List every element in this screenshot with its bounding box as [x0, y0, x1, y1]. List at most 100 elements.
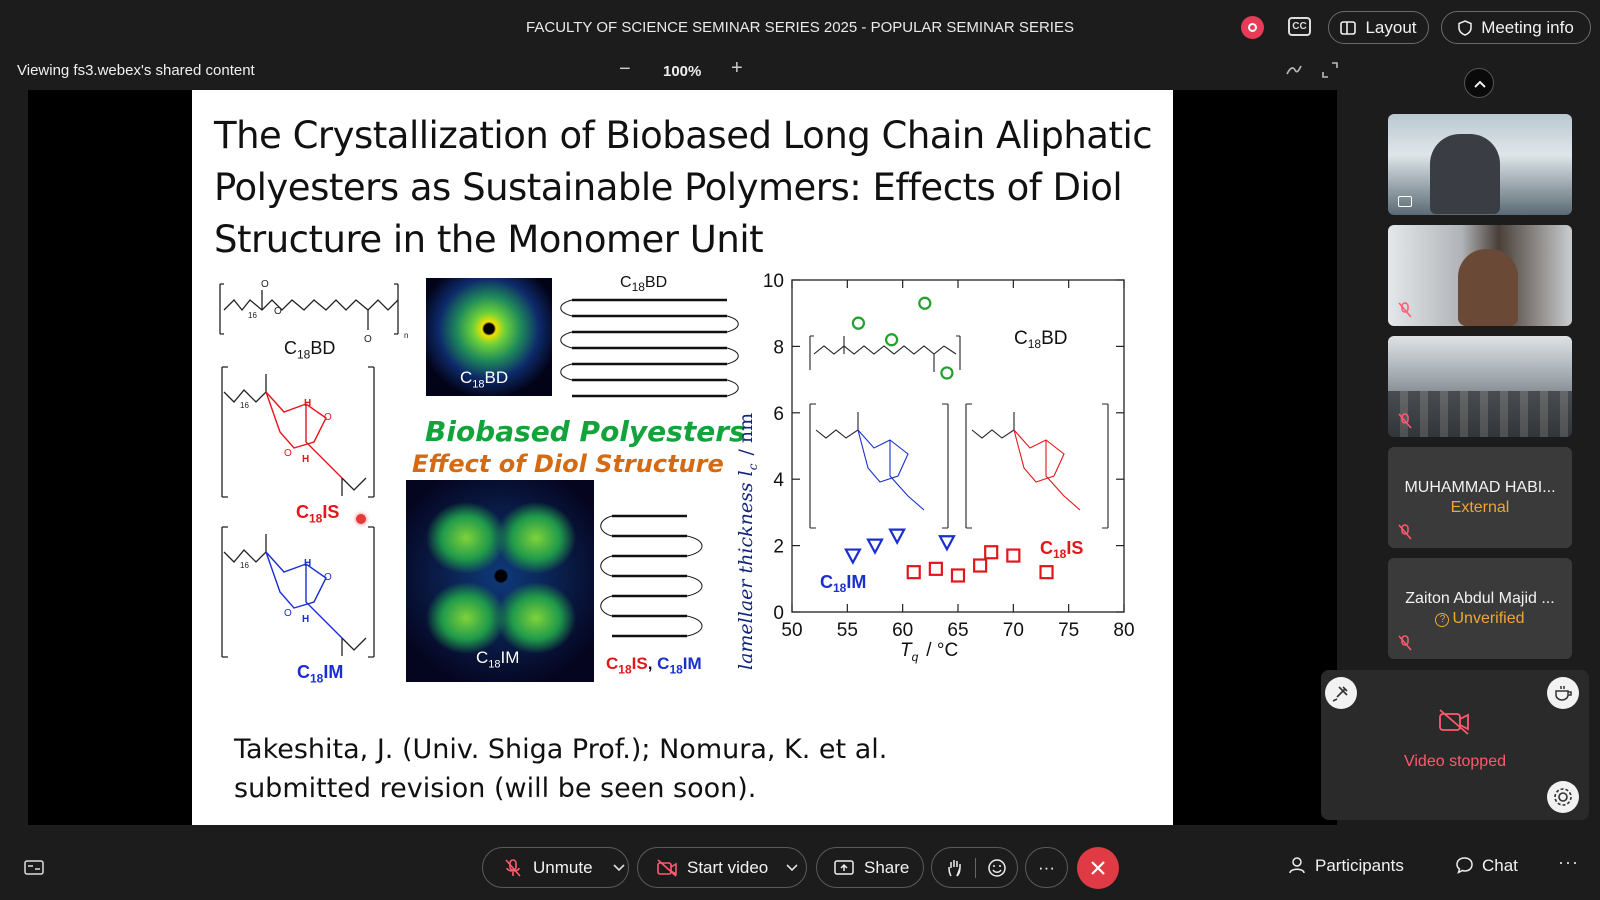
captions-icon[interactable] [24, 860, 44, 877]
c18im-label: C18IM [297, 662, 344, 686]
self-view-panel: Video stopped [1321, 670, 1589, 820]
video-off-icon [657, 858, 677, 877]
participant-video-2 [1458, 249, 1518, 326]
layout-button[interactable]: Layout [1328, 11, 1429, 44]
svg-text:H: H [302, 614, 309, 625]
coffee-break-button[interactable] [1547, 677, 1579, 709]
chat-label: Chat [1482, 856, 1518, 875]
x-tick-label: 80 [1113, 620, 1134, 641]
expand-icon[interactable] [1322, 62, 1338, 78]
meeting-info-button[interactable]: Meeting info [1441, 11, 1591, 44]
overflow-menu-button[interactable]: ··· [1558, 852, 1579, 873]
more-options-button[interactable]: ··· [1025, 847, 1068, 888]
svg-text:O: O [364, 334, 372, 345]
chevron-down-icon[interactable] [786, 863, 798, 872]
mic-off-icon [1398, 413, 1412, 429]
top-bar: FACULTY OF SCIENCE SEMINAR SERIES 2025 -… [0, 0, 1600, 55]
shared-content-label: Viewing fs3.webex's shared content [17, 62, 255, 79]
coffee-icon [1555, 686, 1572, 701]
participant-video-3 [1388, 391, 1572, 437]
c18is-c18im-schematic-label: C18IS, C18IM [606, 654, 702, 677]
annotate-icon[interactable] [1285, 62, 1303, 78]
participants-label: Participants [1315, 856, 1404, 875]
participant-video-tile-2[interactable] [1388, 225, 1572, 326]
c18im-saxs-image: C18IM [406, 480, 594, 682]
unverified-icon: ? [1435, 613, 1450, 627]
recording-icon[interactable] [1241, 16, 1264, 39]
zoom-in-button[interactable]: + [731, 57, 743, 80]
self-view-settings-button[interactable] [1547, 781, 1579, 813]
series-label-c18im: C18IM [820, 572, 866, 595]
raise-hand-icon[interactable] [946, 858, 964, 878]
close-icon [1091, 861, 1105, 875]
person-icon [1289, 857, 1305, 874]
participant-tile-muhammad[interactable]: MUHAMMAD HABI... External [1388, 447, 1572, 548]
closed-captions-icon[interactable]: CC [1288, 17, 1311, 36]
svg-text:O: O [324, 572, 332, 583]
layout-icon [1340, 20, 1357, 35]
y-tick-label: 6 [773, 404, 784, 425]
share-button[interactable]: Share [816, 847, 924, 888]
c18im-saxs-label: C18IM [476, 648, 520, 671]
y-tick-label: 10 [763, 271, 784, 292]
data-point [973, 558, 988, 573]
pin-button[interactable] [1325, 677, 1357, 709]
participant-tile-zaiton[interactable]: Zaiton Abdul Majid ... ? Unverified [1388, 558, 1572, 659]
leave-meeting-button[interactable] [1077, 847, 1119, 889]
svg-text:O: O [324, 412, 332, 423]
screen-share-icon [1398, 196, 1412, 207]
chat-icon [1456, 857, 1473, 874]
mic-off-icon [1398, 302, 1412, 318]
reactions-icon[interactable] [987, 858, 1007, 878]
unmute-button[interactable]: Unmute [482, 847, 629, 888]
x-tick-label: 50 [781, 620, 802, 641]
participant-status: ? Unverified [1388, 610, 1572, 628]
y-tick-label: 4 [773, 470, 784, 491]
react-divider [975, 857, 976, 878]
slide-title: The Crystallization of Biobased Long Cha… [214, 114, 1153, 261]
reactions-group [931, 847, 1018, 888]
svg-text:H: H [304, 398, 311, 409]
unmute-label: Unmute [533, 857, 593, 877]
inset-c18bd-structure [809, 335, 961, 372]
laser-pointer [356, 514, 366, 524]
chat-button[interactable]: Chat [1455, 856, 1518, 876]
participant-video-tile-3[interactable] [1388, 336, 1572, 437]
data-point [844, 548, 862, 565]
biobased-heading: Biobased Polyesters [425, 415, 746, 448]
participants-button[interactable]: Participants [1289, 856, 1404, 876]
svg-text:O: O [284, 448, 292, 459]
c18is-c18im-lamellae-schematic [600, 514, 703, 638]
chevron-down-icon[interactable] [612, 863, 625, 872]
gear-icon [1554, 788, 1572, 806]
plot-frame [791, 279, 1125, 613]
y-axis-label: lamellaer thickness lc/ nm [735, 413, 760, 670]
series-label-c18bd: C18BD [1014, 328, 1068, 351]
data-point [851, 316, 865, 330]
collapse-panel-button[interactable] [1464, 68, 1494, 98]
x-axis-label: Tq / °C [900, 640, 958, 664]
zoom-out-button[interactable]: − [619, 58, 631, 81]
data-point [940, 366, 954, 380]
share-label: Share [864, 857, 910, 877]
svg-text:16: 16 [240, 401, 249, 410]
mic-off-icon [505, 858, 521, 877]
pin-icon [1332, 686, 1348, 702]
svg-text:16: 16 [240, 561, 249, 570]
series-label-c18is: C18IS [1040, 538, 1083, 561]
x-tick-label: 55 [837, 620, 858, 641]
svg-text:O: O [261, 279, 269, 290]
participant-video-tile-1[interactable] [1388, 114, 1572, 215]
c18im-structure: H H O O 16 [221, 526, 375, 658]
shared-slide: The Crystallization of Biobased Long Cha… [192, 90, 1173, 825]
data-point [984, 545, 999, 560]
y-tick-label: 2 [773, 537, 784, 558]
data-point [1006, 548, 1021, 563]
svg-text:H: H [302, 454, 309, 465]
data-point [906, 565, 921, 580]
data-point [938, 535, 956, 552]
start-video-button[interactable]: Start video [637, 847, 807, 888]
slide-credit: Takeshita, J. (Univ. Shiga Prof.); Nomur… [234, 730, 1134, 808]
svg-text:H: H [304, 558, 311, 569]
x-tick-label: 70 [1003, 620, 1024, 641]
